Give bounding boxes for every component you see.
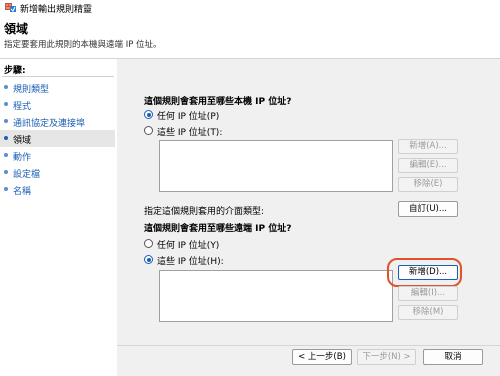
step-bullet-icon xyxy=(4,187,8,191)
sidebar-item-label: 通訊協定及連接埠 xyxy=(13,119,86,129)
local-these-ip-radio[interactable] xyxy=(144,126,153,135)
remote-any-ip-radio[interactable] xyxy=(144,239,153,248)
wizard-header: 領域 指定要套用此規則的本機與遠端 IP 位址。 xyxy=(0,16,500,58)
local-any-ip-radio[interactable] xyxy=(144,110,153,119)
steps-divider xyxy=(2,76,114,77)
footer-divider xyxy=(117,345,500,346)
remote-add-button[interactable]: 新增(D)... xyxy=(398,265,458,280)
title-bar: 新增輸出規則精靈 xyxy=(0,0,500,16)
sidebar-item-name[interactable]: 名稱 xyxy=(0,181,115,198)
step-bullet-icon xyxy=(4,153,8,157)
sidebar-item-program[interactable]: 程式 xyxy=(0,96,115,113)
sidebar-item-label: 設定檔 xyxy=(13,170,41,180)
sidebar-item-label: 領域 xyxy=(13,136,32,146)
sidebar-item-profile[interactable]: 設定檔 xyxy=(0,164,115,181)
local-any-ip-label[interactable]: 任何 IP 位址(P) xyxy=(157,109,219,122)
remote-ip-question: 這個規則會套用至哪些遠端 IP 位址? xyxy=(144,224,292,234)
sidebar-item-scope[interactable]: 領域 xyxy=(0,130,115,147)
local-ip-question: 這個規則會套用至哪些本機 IP 位址? xyxy=(144,97,292,107)
customize-button[interactable]: 自訂(U)... xyxy=(398,201,458,217)
sidebar-item-label: 動作 xyxy=(13,153,32,163)
sidebar-item-action[interactable]: 動作 xyxy=(0,147,115,164)
step-bullet-icon xyxy=(4,102,8,106)
remote-any-ip-label[interactable]: 任何 IP 位址(Y) xyxy=(157,238,219,251)
sidebar-item-label: 程式 xyxy=(13,102,32,112)
firewall-app-icon xyxy=(5,3,16,12)
page-subtitle: 指定要套用此規則的本機與遠端 IP 位址。 xyxy=(4,40,162,50)
remote-ip-list[interactable] xyxy=(159,270,393,322)
local-edit-button[interactable]: 編輯(E)... xyxy=(398,158,458,173)
steps-label: 步驟: xyxy=(4,66,26,76)
window-title: 新增輸出規則精靈 xyxy=(20,5,93,15)
step-bullet-icon xyxy=(4,136,8,140)
sidebar-item-label: 名稱 xyxy=(13,187,32,197)
remote-edit-button[interactable]: 編輯(I)... xyxy=(398,286,458,301)
steps-sidebar: 步驟: 規則類型 程式 通訊協定及連接埠 領域 動作 設定檔 名稱 xyxy=(0,59,117,376)
back-button[interactable]: < 上一步(B) xyxy=(292,349,352,365)
local-add-button[interactable]: 新增(A)... xyxy=(398,139,458,154)
local-ip-list[interactable] xyxy=(159,140,393,192)
sidebar-item-rule-type[interactable]: 規則類型 xyxy=(0,79,115,96)
remote-these-ip-label[interactable]: 這些 IP 位址(H): xyxy=(157,254,224,267)
next-button[interactable]: 下一步(N) > xyxy=(357,349,416,365)
local-remove-button[interactable]: 移除(E) xyxy=(398,177,458,192)
step-bullet-icon xyxy=(4,85,8,89)
interface-types-label: 指定這個規則套用的介面類型: xyxy=(144,207,265,217)
step-bullet-icon xyxy=(4,170,8,174)
remote-these-ip-radio[interactable] xyxy=(144,255,153,264)
step-bullet-icon xyxy=(4,119,8,123)
local-these-ip-label[interactable]: 這些 IP 位址(T): xyxy=(157,125,222,138)
sidebar-item-label: 規則類型 xyxy=(13,85,50,95)
remote-remove-button[interactable]: 移除(M) xyxy=(398,305,458,320)
page-title: 領域 xyxy=(4,22,29,36)
cancel-button[interactable]: 取消 xyxy=(423,349,483,365)
scope-panel: 這個規則會套用至哪些本機 IP 位址? 任何 IP 位址(P) 這些 IP 位址… xyxy=(117,59,500,376)
sidebar-item-protocol-ports[interactable]: 通訊協定及連接埠 xyxy=(0,113,115,130)
